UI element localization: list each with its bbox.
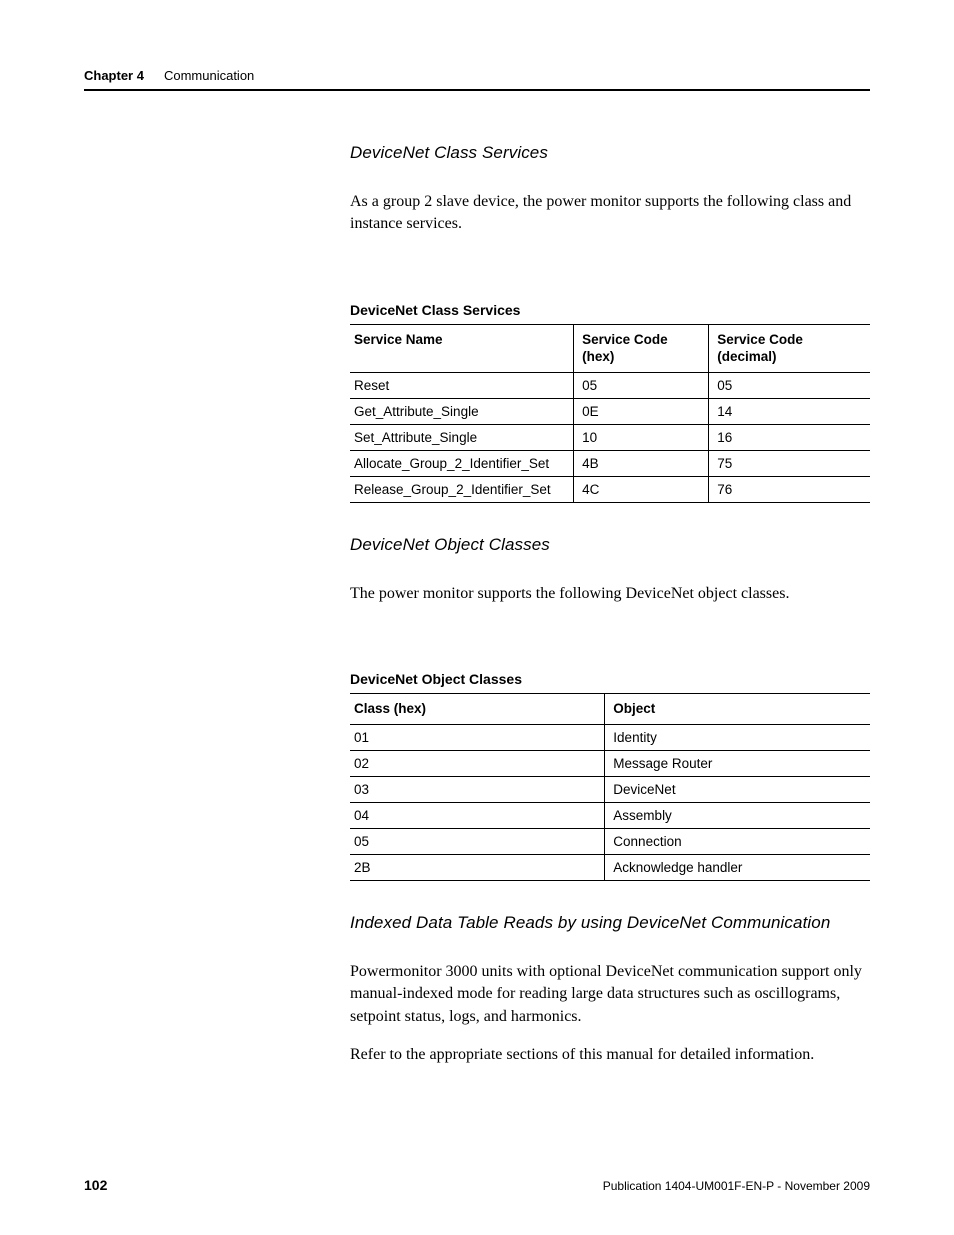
- cell: Message Router: [605, 750, 870, 776]
- cell: Acknowledge handler: [605, 854, 870, 880]
- table-title: DeviceNet Object Classes: [350, 671, 870, 687]
- table-row: 05 Connection: [350, 828, 870, 854]
- table-row: 01 Identity: [350, 724, 870, 750]
- publication-id: Publication 1404-UM001F-EN-P - November …: [603, 1179, 870, 1193]
- col-header: Service Code (hex): [574, 324, 709, 372]
- cell: Release_Group_2_Identifier_Set: [350, 476, 574, 502]
- table-row: Set_Attribute_Single 10 16: [350, 424, 870, 450]
- cell: Set_Attribute_Single: [350, 424, 574, 450]
- cell: 03: [350, 776, 605, 802]
- cell: 02: [350, 750, 605, 776]
- section-heading: DeviceNet Object Classes: [350, 535, 870, 555]
- cell: Allocate_Group_2_Identifier_Set: [350, 450, 574, 476]
- cell: 05: [709, 372, 870, 398]
- col-header: Service Code (decimal): [709, 324, 870, 372]
- cell: 75: [709, 450, 870, 476]
- page-number: 102: [84, 1177, 107, 1193]
- table-row: 02 Message Router: [350, 750, 870, 776]
- table-row: Release_Group_2_Identifier_Set 4C 76: [350, 476, 870, 502]
- table-row: 04 Assembly: [350, 802, 870, 828]
- cell: 14: [709, 398, 870, 424]
- body-paragraph: Refer to the appropriate sections of thi…: [350, 1044, 870, 1066]
- cell: 05: [574, 372, 709, 398]
- cell: 01: [350, 724, 605, 750]
- cell: DeviceNet: [605, 776, 870, 802]
- cell: Connection: [605, 828, 870, 854]
- page-footer: 102 Publication 1404-UM001F-EN-P - Novem…: [84, 1177, 870, 1193]
- cell: 16: [709, 424, 870, 450]
- cell: 4B: [574, 450, 709, 476]
- cell: 10: [574, 424, 709, 450]
- main-content: DeviceNet Class Services As a group 2 sl…: [350, 143, 870, 1066]
- cell: 2B: [350, 854, 605, 880]
- table-row: Get_Attribute_Single 0E 14: [350, 398, 870, 424]
- section-heading: Indexed Data Table Reads by using Device…: [350, 913, 870, 933]
- running-header: Chapter 4 Communication: [84, 68, 870, 91]
- body-paragraph: Powermonitor 3000 units with optional De…: [350, 961, 870, 1028]
- cell: Get_Attribute_Single: [350, 398, 574, 424]
- table-row: Allocate_Group_2_Identifier_Set 4B 75: [350, 450, 870, 476]
- cell: Reset: [350, 372, 574, 398]
- body-paragraph: As a group 2 slave device, the power mon…: [350, 191, 870, 236]
- class-services-table: Service Name Service Code (hex) Service …: [350, 324, 870, 503]
- table-row: Reset 05 05: [350, 372, 870, 398]
- chapter-title: Communication: [164, 68, 254, 83]
- cell: 4C: [574, 476, 709, 502]
- cell: 04: [350, 802, 605, 828]
- table-row: 2B Acknowledge handler: [350, 854, 870, 880]
- cell: 05: [350, 828, 605, 854]
- object-classes-table: Class (hex) Object 01 Identity 02 Messag…: [350, 693, 870, 881]
- col-header: Object: [605, 694, 870, 725]
- cell: Assembly: [605, 802, 870, 828]
- chapter-label: Chapter 4: [84, 68, 144, 83]
- col-header: Class (hex): [350, 694, 605, 725]
- col-header: Service Name: [350, 324, 574, 372]
- section-heading: DeviceNet Class Services: [350, 143, 870, 163]
- table-title: DeviceNet Class Services: [350, 302, 870, 318]
- cell: 76: [709, 476, 870, 502]
- body-paragraph: The power monitor supports the following…: [350, 583, 870, 605]
- cell: 0E: [574, 398, 709, 424]
- cell: Identity: [605, 724, 870, 750]
- table-row: 03 DeviceNet: [350, 776, 870, 802]
